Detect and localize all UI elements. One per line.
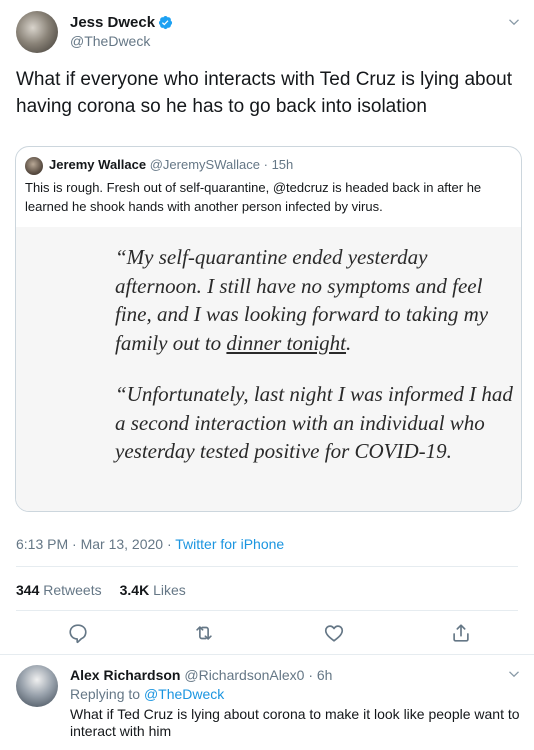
retweets-stat[interactable]: 344 Retweets — [16, 582, 102, 598]
quoted-tweet[interactable]: Jeremy Wallace @JeremySWallace · 15h Thi… — [15, 146, 522, 512]
reply-separator: · — [308, 667, 313, 683]
heart-icon[interactable] — [323, 622, 345, 644]
reply-icon[interactable] — [67, 622, 89, 644]
replying-to-prefix: Replying to — [70, 686, 144, 702]
author-name-row: Jess Dweck — [70, 14, 173, 31]
reply-header: Alex Richardson @RichardsonAlex0 · 6h — [70, 667, 332, 683]
quoted-header: Jeremy Wallace @JeremySWallace · 15h — [49, 157, 293, 172]
reply-author-name[interactable]: Alex Richardson — [70, 667, 180, 683]
reply-author-handle[interactable]: @RichardsonAlex0 — [184, 667, 304, 683]
tweet-text: What if everyone who interacts with Ted … — [16, 69, 512, 117]
quoted-author-name: Jeremy Wallace — [49, 157, 147, 172]
quoted-author-handle: @JeremySWallace — [149, 157, 260, 172]
chevron-down-icon[interactable] — [508, 668, 520, 680]
quote-image-paragraph-2: “Unfortunately, last night I was informe… — [115, 382, 513, 463]
author-name[interactable]: Jess Dweck — [70, 14, 155, 31]
likes-count: 3.4K — [119, 582, 150, 598]
replying-to: Replying to @TheDweck — [70, 686, 224, 702]
reply-time[interactable]: 6h — [317, 667, 333, 683]
divider — [16, 610, 518, 611]
quote-image-text-underlined: dinner tonight — [226, 330, 347, 355]
verified-badge-icon — [159, 15, 173, 30]
retweet-icon[interactable] — [193, 622, 215, 644]
author-handle[interactable]: @TheDweck — [70, 33, 150, 49]
divider — [16, 566, 518, 567]
quoted-time: 15h — [271, 157, 294, 172]
author-avatar[interactable] — [16, 11, 58, 53]
tweet-source-link[interactable]: Twitter for iPhone — [175, 536, 284, 552]
quoted-separator: · — [263, 157, 268, 172]
likes-label: Likes — [153, 582, 186, 598]
replying-to-mention[interactable]: @TheDweck — [144, 686, 224, 702]
quoted-image[interactable]: “My self-quarantine ended yesterday afte… — [16, 227, 521, 511]
retweets-count: 344 — [16, 582, 40, 598]
tweet-timestamp: 6:13 PM · Mar 13, 2020 · Twitter for iPh… — [16, 536, 284, 552]
reply-tweet[interactable]: Alex Richardson @RichardsonAlex0 · 6h Re… — [0, 655, 534, 750]
likes-stat[interactable]: 3.4K Likes — [120, 582, 186, 598]
quote-image-text-tail: . — [346, 330, 352, 355]
chevron-down-icon[interactable] — [508, 16, 520, 28]
retweets-label: Retweets — [43, 582, 102, 598]
share-icon[interactable] — [450, 622, 472, 644]
quote-image-paragraph-1: “My self-quarantine ended yesterday afte… — [115, 243, 515, 357]
quoted-author-avatar — [25, 157, 43, 175]
quoted-text: This is rough. Fresh out of self-quarant… — [25, 180, 482, 214]
tweet-actions — [0, 622, 534, 646]
reply-text: What if Ted Cruz is lying about corona t… — [70, 706, 520, 739]
timestamp-text[interactable]: 6:13 PM · Mar 13, 2020 · — [16, 536, 175, 552]
tweet-stats: 344 Retweets 3.4K Likes — [16, 582, 204, 598]
reply-author-avatar[interactable] — [16, 665, 58, 707]
